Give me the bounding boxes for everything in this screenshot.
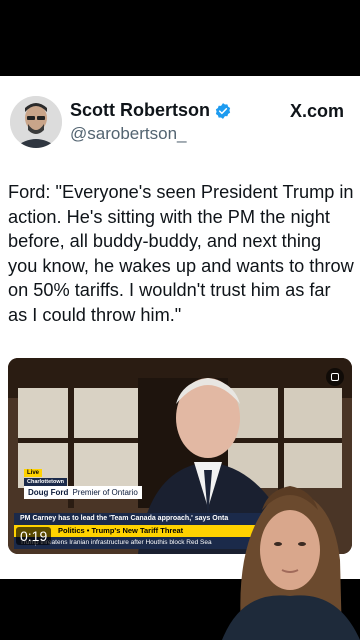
author-handle[interactable]: @sarobertson_ — [70, 124, 187, 144]
author-name[interactable]: Scott Robertson — [70, 100, 210, 121]
instagram-icon[interactable] — [326, 368, 344, 386]
speaker-title: Premier of Ontario — [72, 488, 138, 497]
tweet-text: Ford: "Everyone's seen President Trump i… — [8, 182, 354, 325]
author-name-row[interactable]: Scott Robertson — [70, 100, 232, 121]
location-tag: Charlottetown — [24, 478, 67, 486]
creator-camera-overlay — [222, 470, 360, 640]
live-tag: Live — [24, 469, 43, 477]
speaker-lower-third: Doug Ford Premier of Ontario — [24, 486, 142, 499]
ticker-section: Politics — [58, 526, 85, 535]
speaker-name: Doug Ford — [28, 488, 69, 497]
top-letterbox — [0, 0, 360, 76]
video-timestamp: 0:19 — [16, 527, 52, 545]
verified-badge-icon — [215, 102, 231, 119]
x-logo[interactable]: X.com — [290, 101, 344, 122]
ticker-headline: Trump's New Tariff Threat — [91, 526, 184, 535]
author-avatar[interactable] — [10, 96, 62, 148]
